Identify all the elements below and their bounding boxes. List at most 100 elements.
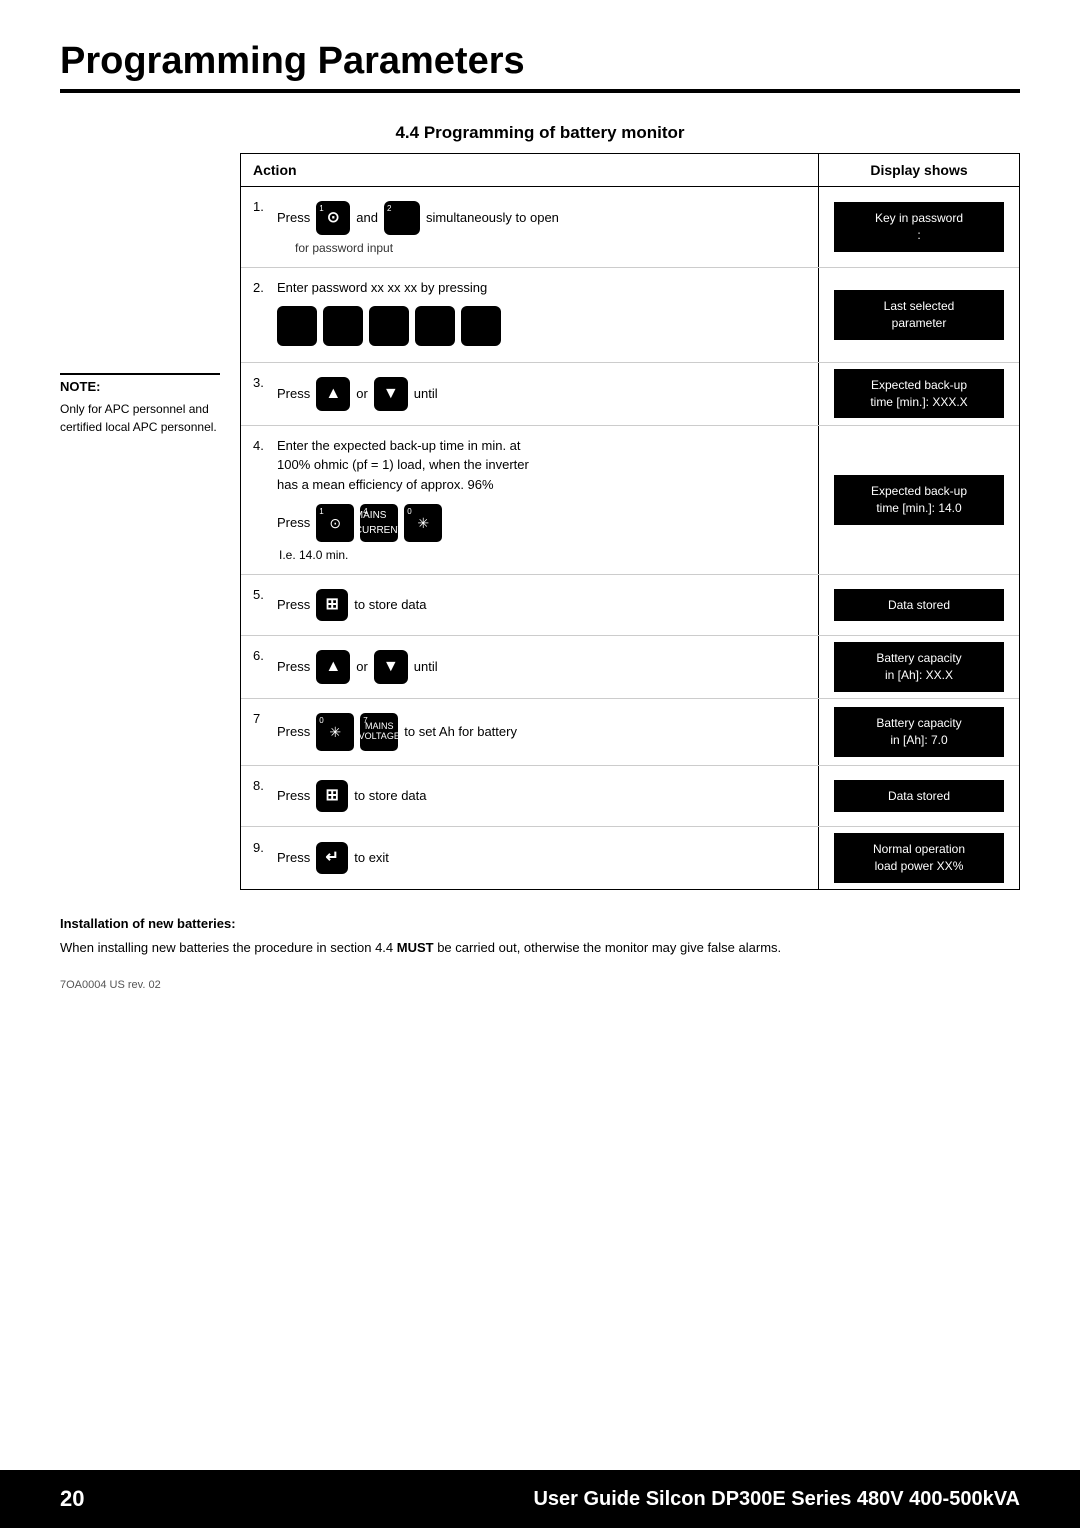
action-cell-2: 2. Enter password xx xx xx by pressing	[241, 268, 819, 362]
press-text-3: Press	[277, 384, 310, 404]
action-cell-7: 7 Press 0 ✳ 7	[241, 699, 819, 765]
pw-key-5	[461, 306, 501, 346]
action-cell-1: 1. Press 1 ⊙ and 2	[241, 187, 819, 267]
display-badge-7: Battery capacityin [Ah]: 7.0	[834, 707, 1004, 757]
section-heading: 4.4 Programming of battery monitor	[60, 123, 1020, 143]
press-text-8: Press	[277, 786, 310, 806]
press-text-6: Press	[277, 657, 310, 677]
installation-text: When installing new batteries the proced…	[60, 938, 1020, 959]
or-text-3: or	[356, 384, 368, 404]
table-row-8: 8. Press ⊞ to store data Data stored	[241, 766, 1019, 827]
display-badge-1: Key in password:	[834, 202, 1004, 252]
star-key-1: 0 ✳	[404, 504, 442, 542]
display-cell-6: Battery capacityin [Ah]: XX.X	[819, 636, 1019, 698]
title-underline	[60, 89, 1020, 93]
down-arrow-key: ▼	[374, 377, 408, 411]
doc-ref: 7OA0004 US rev. 02	[60, 979, 1020, 991]
press-text-4: Press	[277, 513, 310, 533]
clock-key-2: 1 ⊙	[316, 504, 354, 542]
step-num-6: 6.	[253, 646, 271, 666]
display-cell-8: Data stored	[819, 766, 1019, 826]
display-cell-2: Last selectedparameter	[819, 268, 1019, 362]
press-text-9: Press	[277, 848, 310, 868]
installation-heading: Installation of new batteries:	[60, 914, 1020, 935]
press-text-5: Press	[277, 595, 310, 615]
display-cell-4: Expected back-uptime [min.]: 14.0	[819, 426, 1019, 575]
until-text-3: until	[414, 384, 438, 404]
display-badge-3: Expected back-uptime [min.]: XXX.X	[834, 369, 1004, 419]
step-num-9: 9.	[253, 838, 271, 858]
step2-text: Enter password xx xx xx by pressing	[277, 278, 806, 298]
down-arrow-key-2: ▼	[374, 650, 408, 684]
press-text-7: Press	[277, 722, 310, 742]
table-row-2: 2. Enter password xx xx xx by pressing	[241, 268, 1019, 363]
and-text: and	[356, 208, 378, 228]
installation-section: Installation of new batteries: When inst…	[60, 914, 1020, 960]
exit-text: to exit	[354, 848, 389, 868]
table-row-3: 3. Press ▲ or ▼ until Exp	[241, 363, 1019, 426]
action-cell-5: 5. Press ⊞ to store data	[241, 575, 819, 635]
action-cell-4: 4. Enter the expected back-up time in mi…	[241, 426, 819, 575]
instruction-table: Action Display shows 1. Press 1 ⊙	[240, 153, 1020, 890]
display-badge-4: Expected back-uptime [min.]: 14.0	[834, 475, 1004, 525]
set-ah-text: to set Ah for battery	[404, 722, 517, 742]
star-key-2: 0 ✳	[316, 713, 354, 751]
ie-text-4: I.e. 14.0 min.	[279, 546, 806, 564]
left-note: NOTE: Only for APC personnel and certifi…	[60, 373, 220, 436]
store-key-1: ⊞	[316, 589, 348, 621]
up-arrow-key: ▲	[316, 377, 350, 411]
action-cell-9: 9. Press ↵ to exit	[241, 827, 819, 889]
or-text-6: or	[356, 657, 368, 677]
store-key-2: ⊞	[316, 780, 348, 812]
table-row-6: 6. Press ▲ or ▼ until Bat	[241, 636, 1019, 699]
pw-key-1	[277, 306, 317, 346]
action-header: Action	[241, 154, 819, 186]
display-cell-5: Data stored	[819, 575, 1019, 635]
action-cell-3: 3. Press ▲ or ▼ until	[241, 363, 819, 425]
sub-text-1: for password input	[295, 239, 806, 257]
display-cell-9: Normal operationload power XX%	[819, 827, 1019, 889]
table-row-9: 9. Press ↵ to exit Normal operationload …	[241, 827, 1019, 889]
display-badge-2: Last selectedparameter	[834, 290, 1004, 340]
table-row-4: 4. Enter the expected back-up time in mi…	[241, 426, 1019, 576]
step-num-8: 8.	[253, 776, 271, 796]
step4-text: Enter the expected back-up time in min. …	[277, 436, 806, 495]
pw-key-4	[415, 306, 455, 346]
footer-title: User Guide Silcon DP300E Series 480V 400…	[533, 1488, 1020, 1511]
step-num-2: 2.	[253, 278, 271, 298]
step-num-1: 1.	[253, 197, 271, 217]
until-text-6: until	[414, 657, 438, 677]
page-title: Programming Parameters	[60, 40, 1020, 83]
display-header: Display shows	[819, 154, 1019, 186]
table-header: Action Display shows	[241, 154, 1019, 187]
up-arrow-key-2: ▲	[316, 650, 350, 684]
step-num-3: 3.	[253, 373, 271, 393]
dark-rect-key: 2	[384, 201, 420, 235]
display-cell-1: Key in password:	[819, 187, 1019, 267]
footer: 20 User Guide Silcon DP300E Series 480V …	[0, 1470, 1080, 1528]
password-key-row	[277, 306, 806, 346]
display-badge-6: Battery capacityin [Ah]: XX.X	[834, 642, 1004, 692]
action-cell-6: 6. Press ▲ or ▼ until	[241, 636, 819, 698]
store-text-8: to store data	[354, 786, 426, 806]
display-cell-3: Expected back-uptime [min.]: XXX.X	[819, 363, 1019, 425]
table-row-7: 7 Press 0 ✳ 7	[241, 699, 1019, 766]
press-text-1: Press	[277, 208, 310, 228]
store-text-5: to store data	[354, 595, 426, 615]
step-num-7: 7	[253, 709, 271, 729]
note-label: NOTE:	[60, 373, 220, 394]
step-num-5: 5.	[253, 585, 271, 605]
display-badge-5: Data stored	[834, 589, 1004, 622]
footer-page-num: 20	[60, 1486, 84, 1512]
display-badge-8: Data stored	[834, 780, 1004, 813]
display-badge-9: Normal operationload power XX%	[834, 833, 1004, 883]
main-layout: NOTE: Only for APC personnel and certifi…	[60, 153, 1020, 890]
display-cell-7: Battery capacityin [Ah]: 7.0	[819, 699, 1019, 765]
table-row: 1. Press 1 ⊙ and 2	[241, 187, 1019, 268]
mains-current-key: 4 MAINSCURRENT	[360, 504, 398, 542]
clock-key: 1 ⊙	[316, 201, 350, 235]
page: Programming Parameters 4.4 Programming o…	[0, 0, 1080, 991]
mains-voltage-key: 7 MAINSVOLTAGE	[360, 713, 398, 751]
pw-key-2	[323, 306, 363, 346]
enter-key: ↵	[316, 842, 348, 874]
